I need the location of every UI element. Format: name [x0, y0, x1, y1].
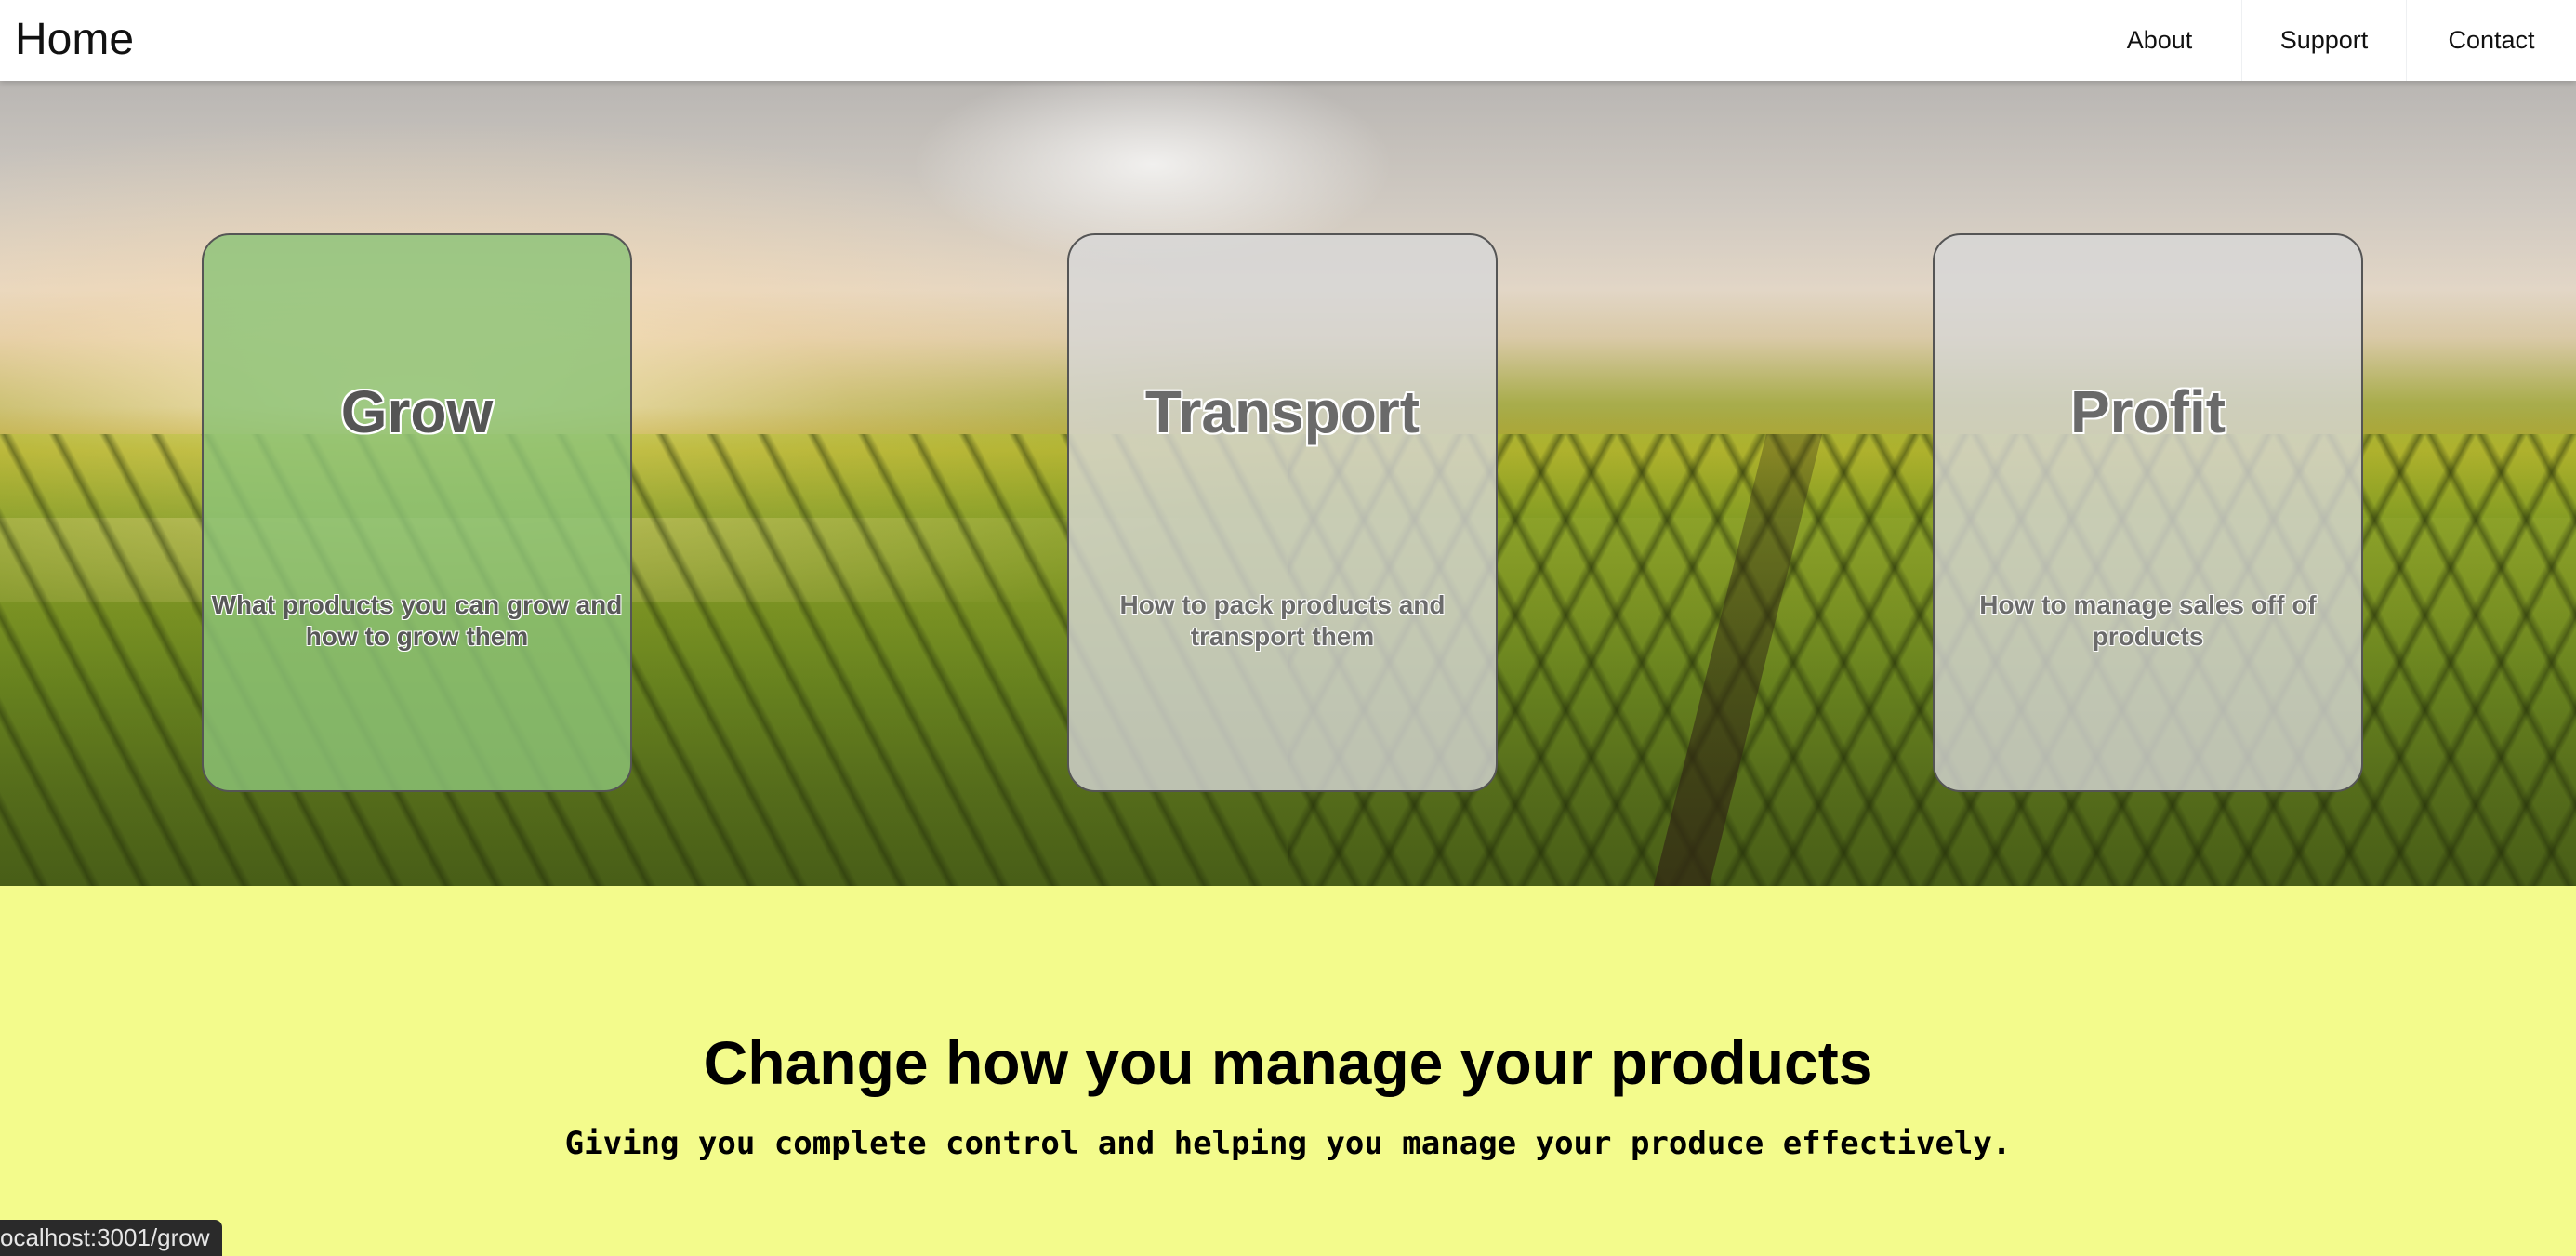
nav-support-link[interactable]: Support [2241, 0, 2407, 81]
link-status-tooltip: ocalhost:3001/grow [0, 1220, 223, 1256]
home-link[interactable]: Home [15, 9, 134, 71]
nav-links: About Support Contact [2078, 0, 2576, 81]
nav-contact-link[interactable]: Contact [2407, 0, 2576, 81]
grow-card-title: Grow [340, 378, 494, 445]
transport-card-title: Transport [1144, 378, 1420, 445]
grow-card-description: What products you can grow and how to gr… [211, 590, 623, 651]
transport-card-description: How to pack products and transport them [1119, 590, 1446, 651]
grow-card[interactable]: Grow What products you can grow and how … [202, 233, 632, 792]
section-headline: Change how you manage your products [703, 1028, 1873, 1097]
nav-about-link[interactable]: About [2078, 0, 2241, 81]
top-navbar: Home About Support Contact [0, 0, 2576, 81]
profit-card-title: Profit [2069, 378, 2226, 445]
intro-section: Change how you manage your products Givi… [0, 886, 2576, 1256]
section-subline: Giving you complete control and helping … [564, 1125, 2012, 1162]
transport-card[interactable]: Transport How to pack products and trans… [1067, 233, 1498, 792]
profit-card[interactable]: Profit How to manage sales off of produc… [1933, 233, 2363, 792]
profit-card-description: How to manage sales off of products [1979, 590, 2317, 651]
